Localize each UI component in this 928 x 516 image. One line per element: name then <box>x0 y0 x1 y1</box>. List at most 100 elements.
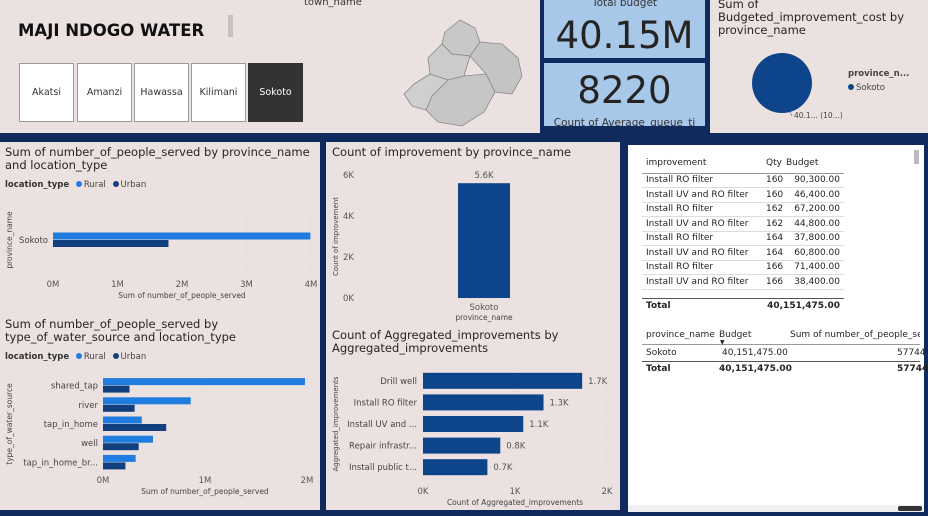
chart4-data-label: 1.1K <box>529 420 549 430</box>
map-label: town_name <box>304 0 362 8</box>
slicer-item-akatsi[interactable]: Akatsi <box>19 63 74 122</box>
title-accent-bar <box>228 15 233 37</box>
legend-urban-label: Urban <box>120 352 147 362</box>
cell-improvement: Install UV and RO filter <box>646 218 749 229</box>
cell-budget: 71,400.00 <box>794 262 840 273</box>
cell-budget: 67,200.00 <box>794 204 840 215</box>
chart3-x-tick: 0M <box>97 476 110 486</box>
chart4-bar[interactable] <box>423 394 544 411</box>
cell-improvement: Install RO filter <box>646 233 714 244</box>
chart4-bar[interactable] <box>423 416 524 432</box>
table-row[interactable]: Install UV and RO filter 164 60,800.00 <box>642 246 844 260</box>
legend-rural-dot <box>75 353 82 359</box>
table-row[interactable]: Install UV and RO filter 160 46,400.00 <box>642 188 844 202</box>
chart4-x-tick: 0K <box>418 487 429 497</box>
chart4-data-label: 0.8K <box>506 442 526 452</box>
chart1-bar-rural[interactable] <box>53 232 311 240</box>
kpi-total-budget[interactable]: Total budget 40.15M <box>544 0 705 58</box>
chart4-x-tick: 1K <box>510 487 521 497</box>
legend-urban-dot <box>112 353 119 359</box>
kpi-queue-value: 8220 <box>577 69 672 112</box>
chart3-bar-rural[interactable] <box>103 378 305 386</box>
cell-improvement: Install RO filter <box>646 175 714 186</box>
table-scrollbar[interactable] <box>914 150 919 164</box>
chart1-x-tick: 0M <box>47 280 60 290</box>
chart1-bar-urban[interactable] <box>53 240 169 247</box>
cell-improvement: Install RO filter <box>646 262 714 273</box>
chart1-x-tick: 2M <box>176 280 189 290</box>
cell-budget: 44,800.00 <box>794 218 840 229</box>
table-row[interactable]: Install UV and RO filter 166 38,400.00 <box>642 275 844 289</box>
chart1-x-tick: 3M <box>240 280 253 290</box>
chart4-bar[interactable] <box>423 372 583 389</box>
legend-urban-label: Urban <box>120 180 147 190</box>
chart3-legend: location_type Rural Urban <box>5 352 147 362</box>
chart4-bar[interactable] <box>423 459 488 476</box>
kpi-budget-label: Total budget <box>591 0 658 9</box>
kpi-budget-value: 40.15M <box>555 14 694 57</box>
pie-legend-label: Sokoto <box>856 83 885 93</box>
chart3-bar-rural[interactable] <box>103 416 142 424</box>
chart3-bar-rural[interactable] <box>103 435 153 443</box>
chart2-y-tick: 0K <box>343 294 354 304</box>
table-row[interactable]: Install RO filter 162 67,200.00 <box>642 202 844 217</box>
people-province-chart[interactable]: 0M 1M 2M 3M 4M Sokoto Sum of number_of_people_… <box>0 192 320 307</box>
col-people-served[interactable]: Sum of number_of_people_ser <box>790 330 920 340</box>
chart4-data-label: 0.7K <box>493 463 513 473</box>
slicer-item-amanzi[interactable]: Amanzi <box>77 63 132 122</box>
chart2-bar-sokoto[interactable] <box>458 183 510 298</box>
chart1-x-label: Sum of number_of_people_served <box>118 291 246 300</box>
chart3-bar-urban[interactable] <box>103 385 130 393</box>
slicer-item-kilimani[interactable]: Kilimani <box>191 63 246 122</box>
chart1-x-tick: 4M <box>305 280 318 290</box>
pie-leader-line <box>789 111 793 117</box>
cell-budget: 37,800.00 <box>794 233 840 244</box>
chart3-bar-urban[interactable] <box>103 443 139 451</box>
cell-qty: 162 <box>765 204 784 215</box>
cell-improvement: Install RO filter <box>646 204 714 215</box>
chart3-bar-urban[interactable] <box>103 424 167 431</box>
chart4-x-tick: 2K <box>602 487 613 497</box>
col-province-name[interactable]: province_name <box>646 330 715 340</box>
chart3-bar-urban[interactable] <box>103 404 135 412</box>
col-improvement[interactable]: improvement <box>642 154 766 173</box>
slicer-item-hawassa[interactable]: Hawassa <box>134 63 189 122</box>
table-row[interactable]: Install RO filter 166 71,400.00 <box>642 260 844 275</box>
chart3-y-tick: shared_tap <box>51 382 98 392</box>
right-panel-scroll-track[interactable] <box>628 505 924 512</box>
chart3-x-tick: 2M <box>301 476 314 486</box>
cell-qty: 160 <box>765 189 784 200</box>
cell-budget: 60,800.00 <box>794 247 840 258</box>
cell-qty: 166 <box>765 262 784 273</box>
pie-legend-dot[interactable] <box>848 84 854 90</box>
pie-chart[interactable]: 40.1... (10...) province_n... Sokoto <box>710 40 928 130</box>
aggregated-chart[interactable]: 0K 1K 2K Drill well 1.7K Install RO filter 1.3… <box>326 358 620 510</box>
table-row[interactable]: Install RO filter 160 90,300.00 <box>642 173 844 188</box>
table-row[interactable]: Install RO filter 164 37,800.00 <box>642 231 844 246</box>
chart3-bar-rural[interactable] <box>103 454 136 462</box>
chart3-bar-urban[interactable] <box>103 462 126 470</box>
chart3-y-label: type_of_water_source <box>5 383 14 465</box>
chart3-y-tick: tap_in_home <box>44 420 98 430</box>
pie-legend-title: province_n... <box>848 69 909 79</box>
chart3-bar-rural[interactable] <box>103 397 191 405</box>
slicer-item-sokoto[interactable]: Sokoto <box>248 63 303 122</box>
dashboard-title: MAJI NDOGO WATER <box>18 21 205 40</box>
table-row[interactable]: Install UV and RO filter 162 44,800.00 <box>642 217 844 231</box>
chart1-x-tick: 1M <box>111 280 124 290</box>
col-budget[interactable]: Budget <box>786 154 844 173</box>
town-map[interactable] <box>390 14 530 132</box>
chart2-title: Count of improvement by province_name <box>332 145 571 159</box>
improvement-count-chart[interactable]: 0K 2K 4K 6K 5.6K Sokotoprovince_name Count of … <box>326 160 620 326</box>
cell-qty: 166 <box>765 276 784 287</box>
province-table: province_name Budget ▼ Sum of number_of_… <box>642 326 928 377</box>
right-panel-scroll-thumb[interactable] <box>898 506 922 511</box>
people-source-chart[interactable]: 0M 1M 2M shared_tapriver tap_in_homewell tap_… <box>0 364 320 508</box>
col-qty[interactable]: Qty <box>766 154 786 173</box>
pie-slice-sokoto[interactable] <box>752 53 812 113</box>
chart4-bar[interactable] <box>423 437 501 454</box>
chart3-y-tick: well <box>81 439 98 449</box>
kpi-queue-count[interactable]: 8220 Count of Average_queue_ti <box>544 63 705 126</box>
chart1-y-label: province_name <box>5 211 14 269</box>
province-table-row[interactable]: Sokoto 40,151,475.00 57744 <box>642 345 926 361</box>
